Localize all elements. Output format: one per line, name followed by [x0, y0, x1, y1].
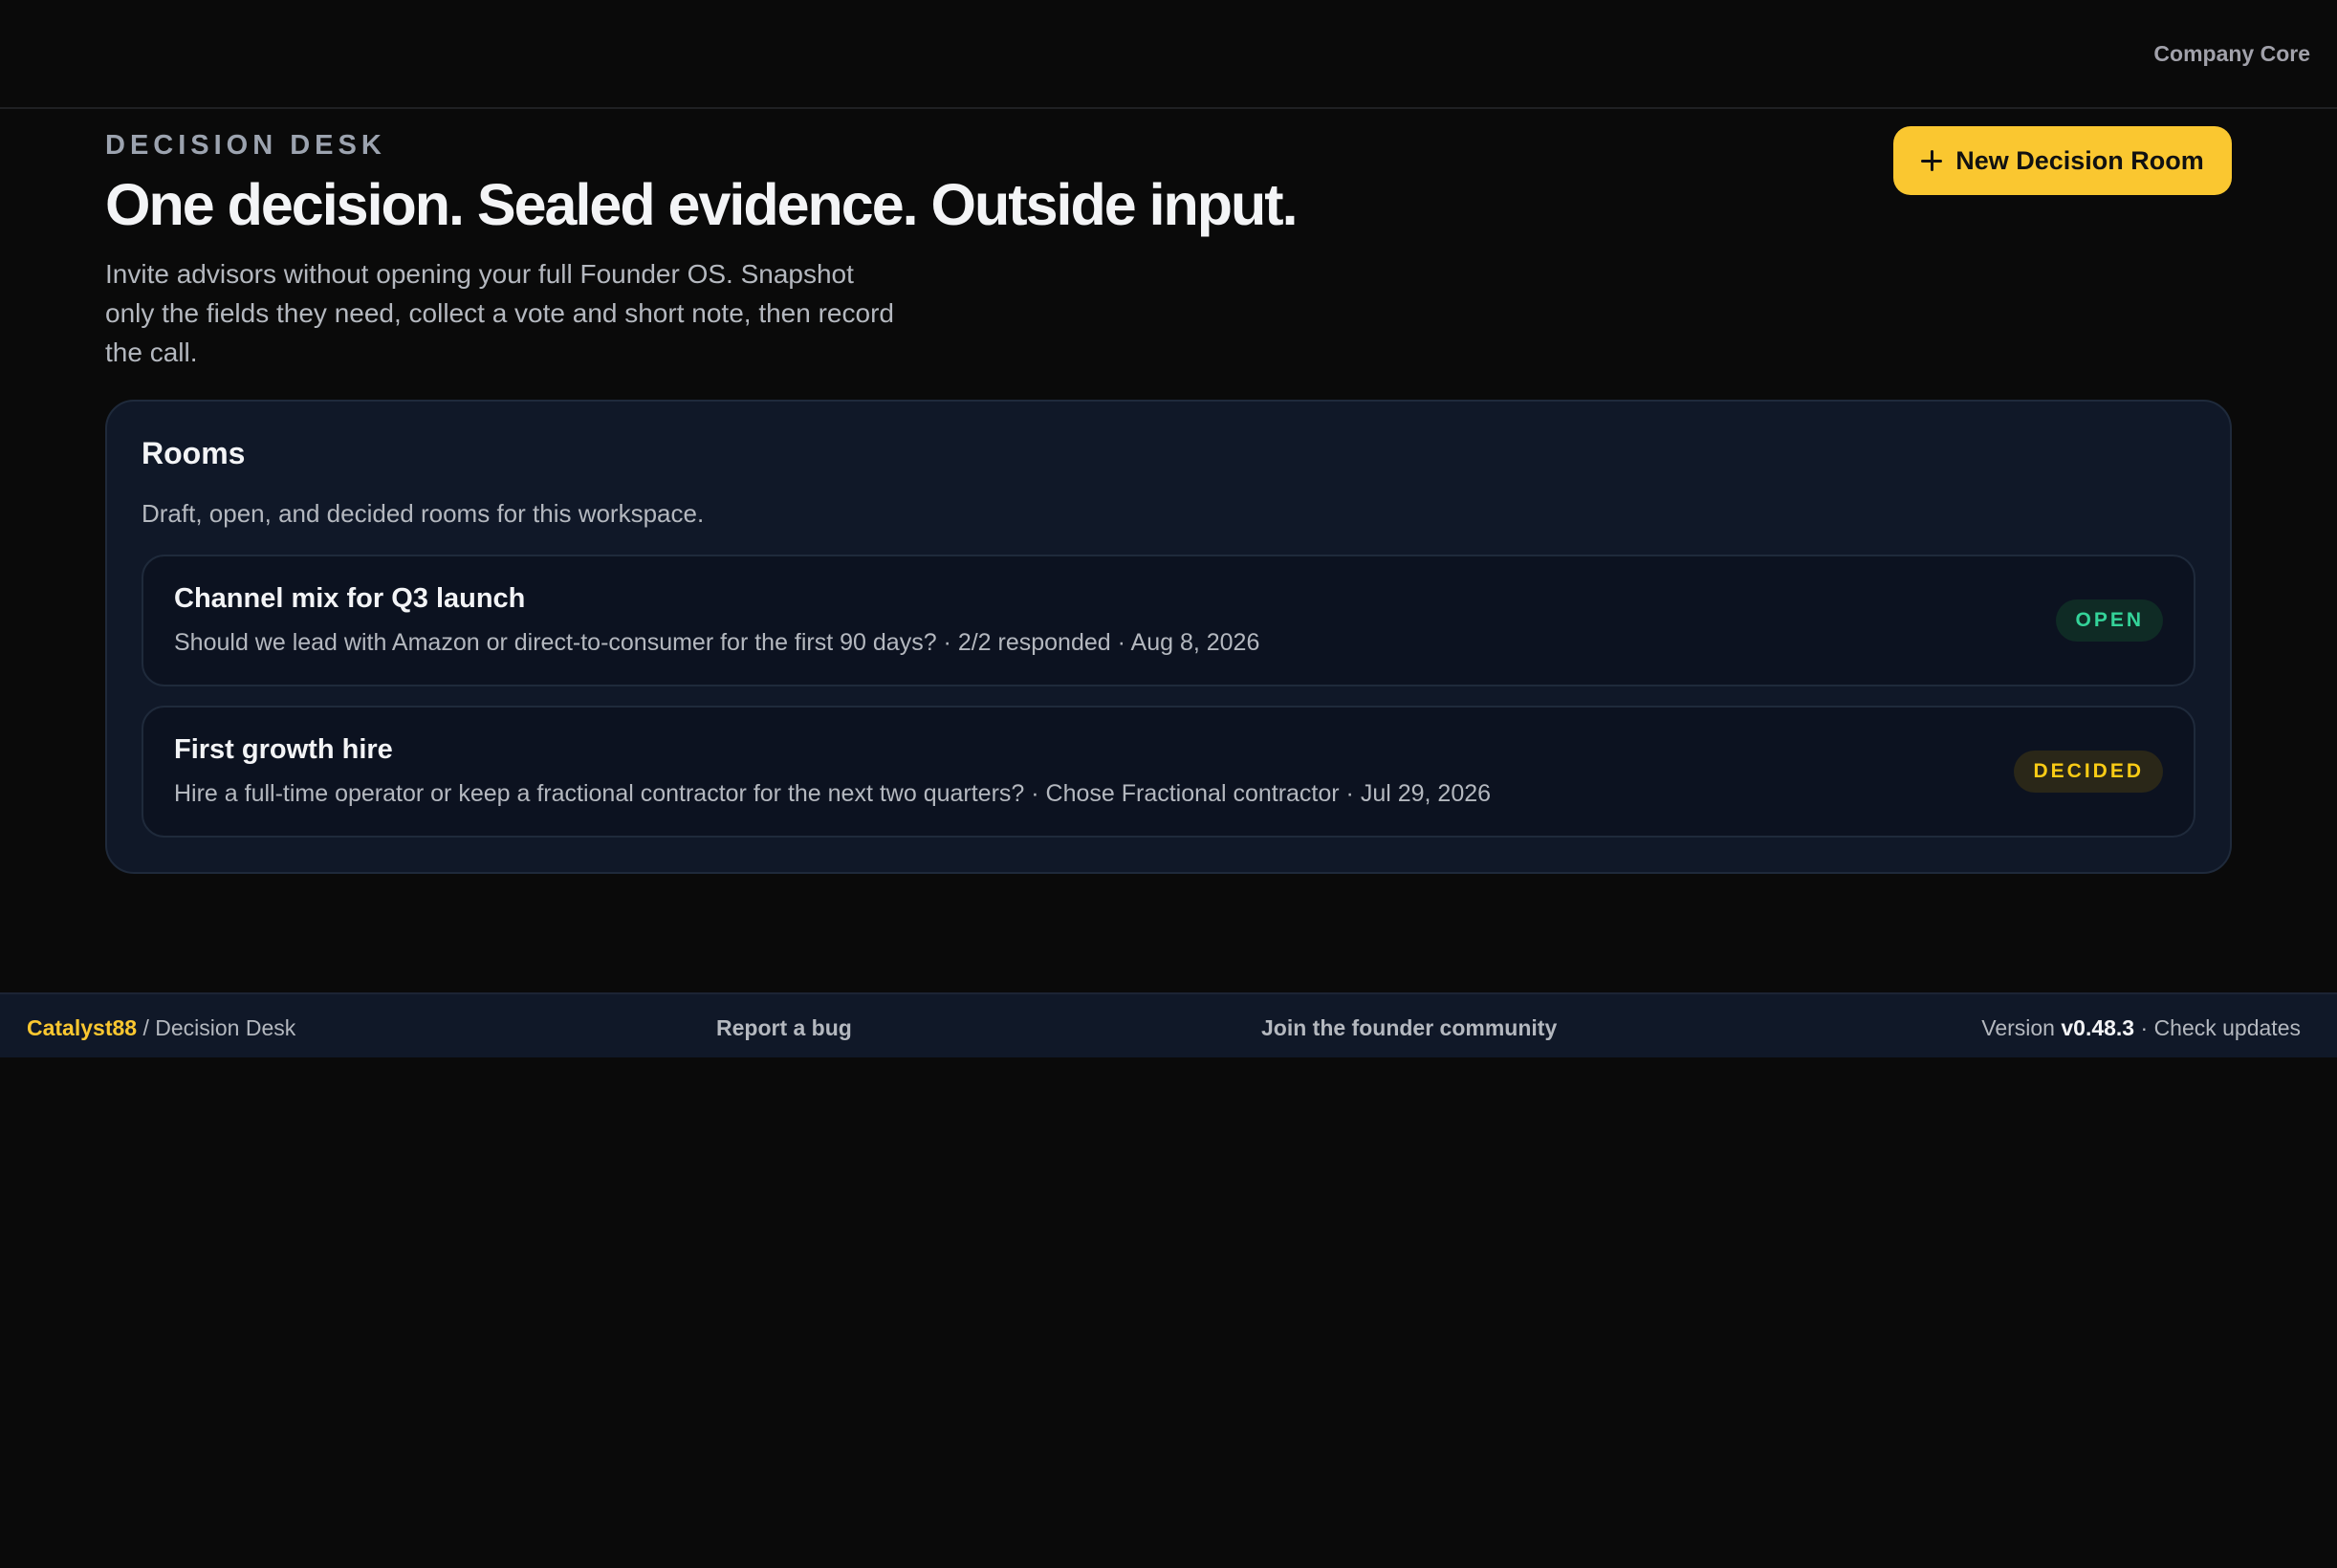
new-decision-room-label: New Decision Room — [1955, 145, 2204, 175]
version-info: Version v0.48.3 · Check updates — [1981, 1015, 2301, 1041]
status-badge-open: OPEN — [2056, 599, 2163, 642]
status-badge-decided: DECIDED — [2014, 751, 2163, 793]
founder-community-link[interactable]: Join the founder community — [1261, 1015, 1557, 1041]
version-separator: · — [2134, 1015, 2154, 1040]
product-name: Decision Desk — [155, 1015, 296, 1040]
room-card-channel-mix[interactable]: Channel mix for Q3 launch Should we lead… — [142, 555, 2195, 686]
footer-breadcrumb: Catalyst88 / Decision Desk — [27, 1015, 295, 1041]
room-meta: Should we lead with Amazon or direct-to-… — [174, 629, 1260, 656]
room-meta: Hire a full-time operator or keep a frac… — [174, 780, 1492, 807]
breadcrumb-separator: / — [137, 1015, 156, 1040]
check-updates-link[interactable]: Check updates — [2154, 1015, 2301, 1040]
version-number: v0.48.3 — [2061, 1015, 2135, 1040]
report-bug-link[interactable]: Report a bug — [716, 1015, 852, 1041]
workspace-name[interactable]: Company Core — [2153, 41, 2310, 67]
brand-name[interactable]: Catalyst88 — [27, 1015, 137, 1040]
room-title: Channel mix for Q3 launch — [174, 583, 526, 614]
rooms-description: Draft, open, and decided rooms for this … — [142, 499, 705, 528]
rooms-title: Rooms — [142, 436, 246, 470]
top-bar: Company Core — [0, 0, 2337, 109]
room-title: First growth hire — [174, 734, 393, 765]
page-header: DECISION DESK One decision. Sealed evide… — [105, 126, 2232, 372]
version-label: Version — [1981, 1015, 2062, 1040]
footer: Catalyst88 / Decision Desk Report a bug … — [0, 992, 2337, 1057]
new-decision-room-button[interactable]: New Decision Room — [1893, 126, 2232, 195]
room-card-growth-hire[interactable]: First growth hire Hire a full-time opera… — [142, 706, 2195, 838]
rooms-panel: Rooms Draft, open, and decided rooms for… — [105, 400, 2232, 874]
plus-icon — [1921, 150, 1943, 171]
page-subtitle: Invite advisors without opening your ful… — [105, 259, 894, 367]
